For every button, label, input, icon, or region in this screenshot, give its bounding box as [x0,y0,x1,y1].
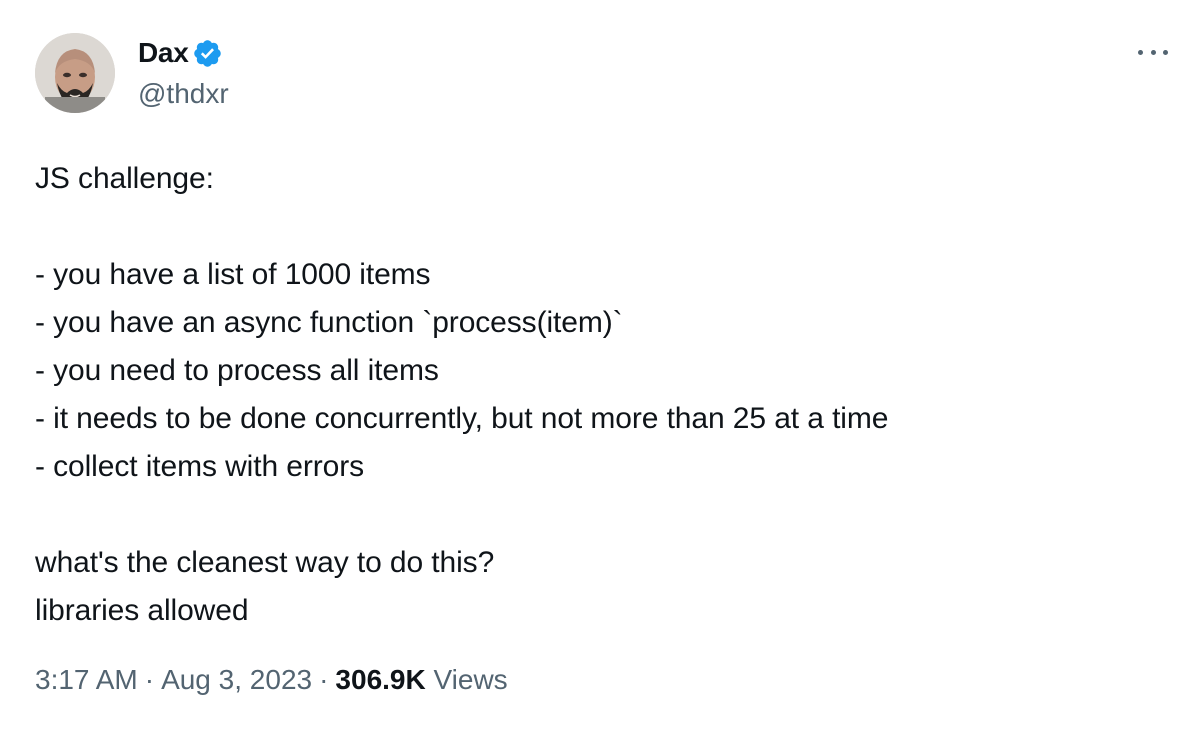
meta-separator: · [319,664,329,695]
tweet-line: - you have an async function `process(it… [35,306,623,339]
tweet-line: - you need to process all items [35,354,439,387]
tweet-line: JS challenge: [35,162,214,195]
tweet-line-blank [35,203,1165,251]
views-label[interactable]: Views [434,664,508,696]
tweet-line: - it needs to be done concurrently, but … [35,402,889,435]
views-count[interactable]: 306.9K [335,664,425,696]
tweet-line: - collect items with errors [35,450,365,483]
meta-separator: · [144,664,155,695]
author-handle[interactable]: @thdxr [138,78,229,110]
tweet-line: - you have a list of 1000 items [35,258,431,291]
verified-badge-icon[interactable] [192,38,223,69]
tweet-line: libraries allowed [35,594,249,627]
tweet-date[interactable]: Aug 3, 2023 [161,664,312,696]
tweet-time[interactable]: 3:17 AM [35,664,138,696]
avatar[interactable] [35,33,115,113]
tweet-text: JS challenge: - you have a list of 1000 … [35,155,1165,635]
author-name-row: Dax [138,36,223,70]
more-horizontal-icon[interactable] [1138,40,1168,64]
tweet-meta: 3:17 AM · Aug 3, 2023 · 306.9K Views [35,664,508,696]
tweet-card: Dax @thdxr JS challenge: - you have a li… [0,0,1204,730]
tweet-line-blank [35,491,1165,539]
author-name[interactable]: Dax [138,37,189,69]
avatar-image [35,33,115,113]
tweet-line: what's the cleanest way to do this? [35,546,495,579]
